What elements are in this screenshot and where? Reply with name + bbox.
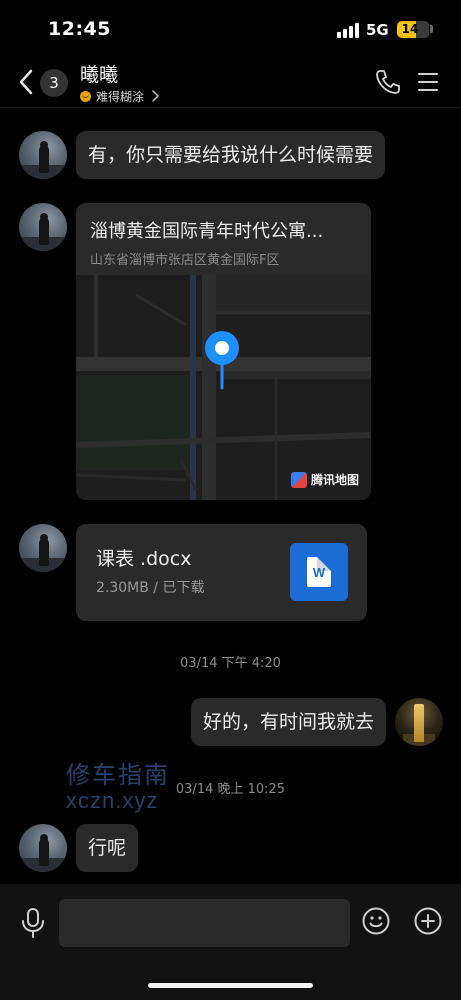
- map-provider-name: 腾讯地图: [310, 473, 359, 487]
- status-emoji-icon: [80, 90, 91, 102]
- chat-header: 3 曦曦 难得糊涂: [0, 56, 461, 108]
- location-pin-icon: [205, 331, 239, 390]
- location-map[interactable]: 腾讯地图: [76, 275, 371, 500]
- plus-circle-icon[interactable]: [414, 907, 442, 935]
- microphone-icon[interactable]: [20, 908, 46, 938]
- message-bubble-outgoing[interactable]: 好的，有时间我就去: [190, 698, 386, 746]
- contact-avatar[interactable]: [19, 203, 67, 251]
- contact-avatar[interactable]: [19, 524, 67, 572]
- chevron-right-icon: [152, 90, 160, 102]
- menu-icon[interactable]: [418, 72, 440, 92]
- status-time: 12:45: [48, 18, 111, 40]
- status-bar: 12:45 5G 14: [0, 0, 461, 56]
- contact-status-text: 难得糊涂: [96, 89, 145, 104]
- map-provider-logo: 腾讯地图: [286, 469, 363, 490]
- battery-tip: [430, 25, 433, 33]
- chevron-left-icon[interactable]: [16, 68, 36, 96]
- word-file-icon: W: [290, 543, 348, 601]
- input-bar: [0, 884, 461, 1000]
- my-avatar[interactable]: [395, 698, 443, 746]
- unread-count-badge[interactable]: 3: [40, 69, 68, 97]
- tencent-map-icon: [290, 471, 307, 488]
- message-timestamp: 03/14 晚上 10:25: [175, 782, 286, 797]
- contact-avatar[interactable]: [19, 131, 67, 179]
- signal-icon: [337, 22, 361, 38]
- location-address: 山东省淄博市张店区黄金国际F区: [90, 253, 280, 268]
- contact-name[interactable]: 曦曦: [80, 60, 118, 87]
- battery-level: 14: [401, 22, 419, 36]
- location-title: 淄博黄金国际青年时代公寓...: [90, 221, 324, 242]
- message-input[interactable]: [59, 899, 350, 947]
- location-card[interactable]: 淄博黄金国际青年时代公寓... 山东省淄博市张店区黄金国际F区 腾讯地图: [76, 203, 371, 500]
- network-type: 5G: [366, 21, 389, 39]
- message-bubble[interactable]: 有，你只需要给我说什么时候需要: [76, 131, 386, 179]
- message-bubble[interactable]: 行呢: [76, 824, 139, 872]
- contact-status[interactable]: 难得糊涂: [80, 87, 160, 105]
- message-timestamp: 03/14 下午 4:20: [180, 656, 281, 671]
- file-icon-letter: W: [312, 565, 326, 580]
- file-meta: 2.30MB / 已下载: [96, 580, 205, 596]
- file-name: 课表 .docx: [96, 548, 192, 570]
- home-indicator[interactable]: [148, 983, 313, 988]
- smiley-icon[interactable]: [362, 907, 390, 935]
- battery-icon: 14: [397, 21, 429, 38]
- file-card[interactable]: 课表 .docx 2.30MB / 已下载 W: [76, 524, 367, 621]
- contact-avatar[interactable]: [19, 824, 67, 872]
- phone-icon[interactable]: [374, 68, 402, 96]
